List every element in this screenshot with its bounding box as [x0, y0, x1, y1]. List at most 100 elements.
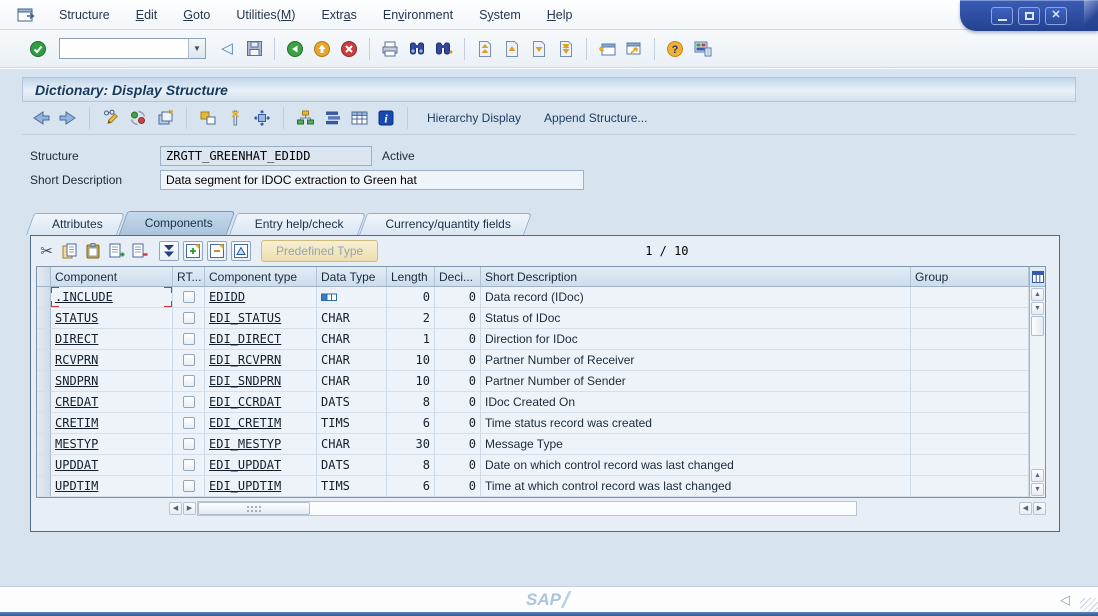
rt-checkbox[interactable]	[183, 459, 195, 471]
exit-icon[interactable]	[310, 37, 334, 61]
collapse-icon[interactable]	[207, 241, 227, 261]
data-type-cell[interactable]: CHAR	[317, 371, 387, 392]
row-selector[interactable]	[37, 434, 51, 455]
previous-page-icon[interactable]	[500, 37, 524, 61]
length-cell[interactable]: 2	[387, 308, 435, 329]
scroll-down-icon[interactable]: ▼	[1031, 302, 1044, 315]
component-cell[interactable]: RCVPRN	[51, 350, 173, 371]
menu-item-extras[interactable]: Extras	[308, 4, 369, 26]
row-selector[interactable]	[37, 350, 51, 371]
group-cell[interactable]	[911, 350, 1029, 371]
technical-info-icon[interactable]: i	[375, 107, 397, 129]
menu-item-help[interactable]: Help	[534, 4, 586, 26]
back-icon[interactable]	[283, 37, 307, 61]
decimals-cell[interactable]: 0	[435, 350, 481, 371]
expand-icon[interactable]	[183, 241, 203, 261]
first-page-icon[interactable]	[473, 37, 497, 61]
row-selector[interactable]	[37, 476, 51, 497]
previous-object-icon[interactable]	[30, 107, 52, 129]
row-selector[interactable]	[37, 455, 51, 476]
data-type-cell[interactable]: TIMS	[317, 413, 387, 434]
decimals-cell[interactable]: 0	[435, 392, 481, 413]
menu-item-utilities-m[interactable]: Utilities(M)	[223, 4, 308, 26]
command-input[interactable]	[60, 40, 188, 57]
component-cell[interactable]: UPDDAT	[51, 455, 173, 476]
group-cell[interactable]	[911, 329, 1029, 350]
back-triangle-icon[interactable]: ◁	[215, 37, 239, 61]
column-header-length[interactable]: Length	[387, 267, 435, 286]
next-page-icon[interactable]	[527, 37, 551, 61]
scroll-right-right-icon[interactable]: ▶	[1033, 502, 1046, 515]
component-cell[interactable]: STATUS	[51, 308, 173, 329]
copy-rows-icon[interactable]	[59, 241, 80, 262]
data-type-cell[interactable]: TIMS	[317, 476, 387, 497]
component-cell[interactable]: CRETIM	[51, 413, 173, 434]
where-used-icon[interactable]	[197, 107, 219, 129]
row-selector[interactable]	[37, 287, 51, 308]
group-cell[interactable]	[911, 371, 1029, 392]
group-cell[interactable]	[911, 392, 1029, 413]
component-type-cell[interactable]: EDI_DIRECT	[205, 329, 317, 350]
column-header-group[interactable]: Group	[911, 267, 1029, 286]
decimals-cell[interactable]: 0	[435, 476, 481, 497]
decimals-cell[interactable]: 0	[435, 413, 481, 434]
minimize-icon[interactable]	[991, 7, 1013, 25]
data-type-cell[interactable]: DATS	[317, 455, 387, 476]
rt-checkbox[interactable]	[183, 375, 195, 387]
data-type-cell[interactable]: CHAR	[317, 434, 387, 455]
tab-entry-help-check[interactable]: Entry help/check	[233, 213, 362, 235]
menu-item-system[interactable]: System	[466, 4, 534, 26]
length-cell[interactable]: 10	[387, 371, 435, 392]
row-selector[interactable]	[37, 392, 51, 413]
column-header-deci[interactable]: Deci...	[435, 267, 481, 286]
hierarchy-icon[interactable]	[294, 107, 316, 129]
select-all-cell[interactable]	[37, 267, 51, 286]
component-cell[interactable]: UPDTIM	[51, 476, 173, 497]
versions-icon[interactable]	[321, 107, 343, 129]
decimals-cell[interactable]: 0	[435, 434, 481, 455]
copy-icon[interactable]	[154, 107, 176, 129]
customize-layout-icon[interactable]	[690, 37, 714, 61]
maximize-icon[interactable]	[1018, 7, 1040, 25]
component-type-cell[interactable]: EDI_SNDPRN	[205, 371, 317, 392]
data-type-cell[interactable]: CHAR	[317, 350, 387, 371]
tab-currency-quantity-fields[interactable]: Currency/quantity fields	[363, 213, 528, 235]
short-description-field[interactable]	[160, 170, 584, 190]
cut-icon[interactable]: ✂	[36, 241, 57, 262]
insert-row-icon[interactable]	[105, 241, 126, 262]
decimals-cell[interactable]: 0	[435, 371, 481, 392]
create-shortcut-icon[interactable]	[622, 37, 646, 61]
column-header-rt[interactable]: RT...	[173, 267, 205, 286]
rt-checkbox[interactable]	[183, 291, 195, 303]
component-type-cell[interactable]: EDI_CCRDAT	[205, 392, 317, 413]
component-type-cell[interactable]: EDI_CRETIM	[205, 413, 317, 434]
move-to-top-icon[interactable]	[231, 241, 251, 261]
data-type-cell[interactable]	[317, 287, 387, 308]
group-cell[interactable]	[911, 434, 1029, 455]
decimals-cell[interactable]: 0	[435, 329, 481, 350]
component-type-cell[interactable]: EDI_STATUS	[205, 308, 317, 329]
scroll-left-right-icon[interactable]: ◀	[1019, 502, 1032, 515]
menu-item-environment[interactable]: Environment	[370, 4, 466, 26]
tabular-display-icon[interactable]	[348, 107, 370, 129]
scroll-up-bottom-icon[interactable]: ▲	[1031, 469, 1044, 482]
column-header-component[interactable]: Component	[51, 267, 173, 286]
column-header-short-description[interactable]: Short Description	[481, 267, 911, 286]
rt-checkbox[interactable]	[183, 417, 195, 429]
group-cell[interactable]	[911, 476, 1029, 497]
select-block-icon[interactable]	[159, 241, 179, 261]
length-cell[interactable]: 8	[387, 392, 435, 413]
runtime-object-icon[interactable]	[251, 107, 273, 129]
scroll-up-icon[interactable]: ▲	[1031, 288, 1044, 301]
length-cell[interactable]: 10	[387, 350, 435, 371]
paste-icon[interactable]	[82, 241, 103, 262]
help-icon[interactable]: ?	[663, 37, 687, 61]
row-selector[interactable]	[37, 329, 51, 350]
hierarchy-display-button[interactable]: Hierarchy Display	[418, 108, 530, 128]
component-cell[interactable]: .INCLUDE	[51, 287, 173, 308]
last-page-icon[interactable]	[554, 37, 578, 61]
component-type-cell[interactable]: EDI_UPDDAT	[205, 455, 317, 476]
vertical-scrollbar[interactable]: ▲ ▼ ▲ ▼	[1030, 287, 1045, 497]
component-type-cell[interactable]: EDI_MESTYP	[205, 434, 317, 455]
menu-item-structure[interactable]: Structure	[46, 4, 123, 26]
